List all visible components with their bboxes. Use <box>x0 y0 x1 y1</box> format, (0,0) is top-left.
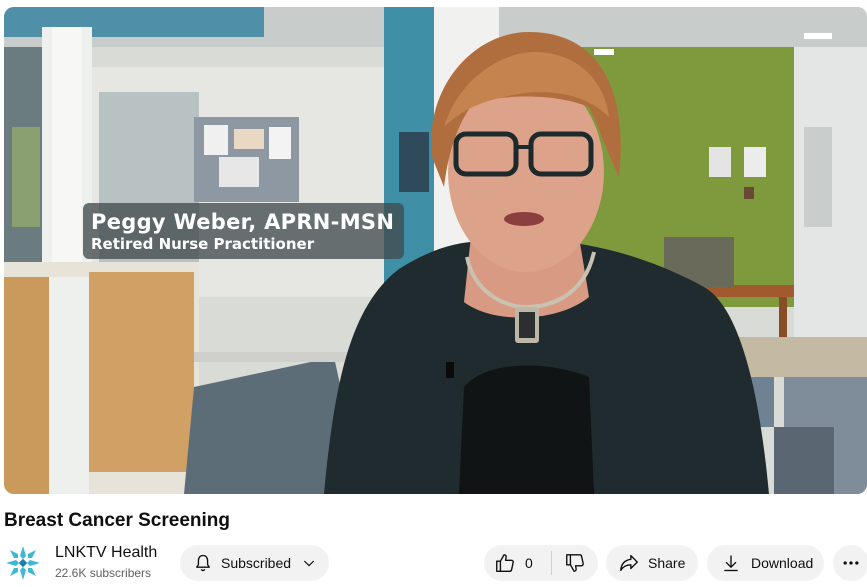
subscriber-count: 22.6K subscribers <box>55 566 152 580</box>
like-count: 0 <box>525 555 533 571</box>
subscribed-button[interactable]: Subscribed <box>180 545 329 581</box>
video-player[interactable]: Peggy Weber, APRN-MSN Retired Nurse Prac… <box>4 7 867 494</box>
thumbs-down-icon <box>566 554 584 572</box>
channel-avatar[interactable] <box>4 544 42 582</box>
video-title: Breast Cancer Screening <box>4 510 230 531</box>
download-button[interactable]: Download <box>707 545 824 581</box>
thumbs-up-icon <box>496 554 514 572</box>
caption-name: Peggy Weber, APRN-MSN <box>91 210 395 234</box>
name-caption: Peggy Weber, APRN-MSN Retired Nurse Prac… <box>83 203 405 259</box>
chevron-down-icon <box>303 560 315 567</box>
dislike-button[interactable] <box>552 545 598 581</box>
more-horizontal-icon <box>843 561 859 565</box>
download-icon <box>724 555 738 572</box>
channel-name[interactable]: LNKTV Health <box>55 543 157 563</box>
more-actions-button[interactable] <box>833 545 867 581</box>
snowflake-logo-icon <box>6 546 40 580</box>
caption-role: Retired Nurse Practitioner <box>91 235 315 253</box>
share-label: Share <box>648 555 686 571</box>
bell-icon <box>196 554 210 572</box>
share-arrow-icon <box>620 554 638 572</box>
subscribed-label: Subscribed <box>221 555 292 571</box>
like-button[interactable]: 0 <box>484 545 551 581</box>
share-button[interactable]: Share <box>606 545 698 581</box>
like-dislike-group: 0 <box>484 545 598 581</box>
download-label: Download <box>751 555 814 571</box>
